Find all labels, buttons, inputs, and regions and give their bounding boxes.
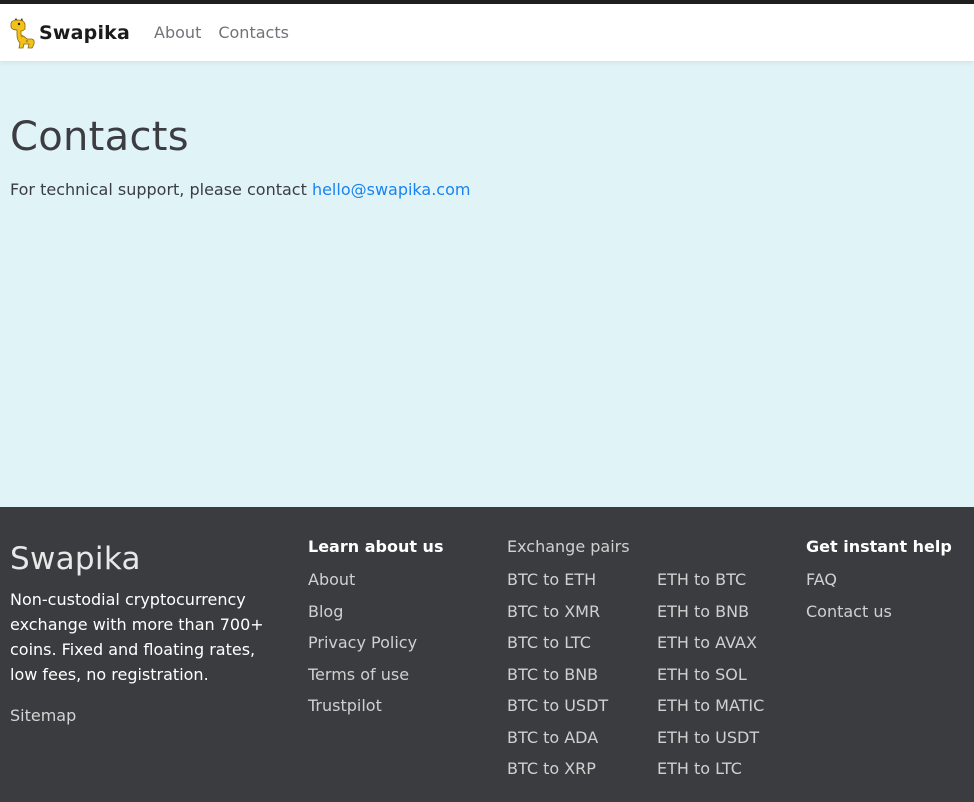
- footer-pairs-column: Exchange pairs BTC to ETH BTC to XMR BTC…: [507, 537, 807, 788]
- pair-link[interactable]: BTC to XRP: [507, 756, 657, 788]
- footer-link-terms[interactable]: Terms of use: [308, 662, 443, 694]
- pairs-btc-list: BTC to ETH BTC to XMR BTC to LTC BTC to …: [507, 567, 657, 788]
- support-text: For technical support, please contact he…: [10, 180, 470, 199]
- footer-help-column: Get instant help FAQ Contact us: [806, 537, 952, 630]
- footer-link-contact-us[interactable]: Contact us: [806, 599, 952, 631]
- footer-link-trustpilot[interactable]: Trustpilot: [308, 693, 443, 725]
- pair-link[interactable]: ETH to LTC: [657, 756, 807, 788]
- main-nav: About Contacts: [154, 23, 306, 42]
- pair-link[interactable]: BTC to BNB: [507, 662, 657, 694]
- nav-contacts[interactable]: Contacts: [218, 23, 289, 42]
- brand-link[interactable]: Swapika: [8, 17, 130, 49]
- pairs-grid: BTC to ETH BTC to XMR BTC to LTC BTC to …: [507, 567, 807, 788]
- footer-link-blog[interactable]: Blog: [308, 599, 443, 631]
- site-header: Swapika About Contacts: [0, 4, 974, 61]
- pair-link[interactable]: BTC to LTC: [507, 630, 657, 662]
- nav-about[interactable]: About: [154, 23, 201, 42]
- footer-pairs-title: Exchange pairs: [507, 537, 630, 556]
- footer-link-about[interactable]: About: [308, 567, 443, 599]
- page-title: Contacts: [10, 114, 189, 160]
- pair-link[interactable]: ETH to BTC: [657, 567, 807, 599]
- footer-link-faq[interactable]: FAQ: [806, 567, 952, 599]
- footer-sitemap-link[interactable]: Sitemap: [10, 706, 76, 725]
- pair-link[interactable]: ETH to BNB: [657, 599, 807, 631]
- footer-learn-column: Learn about us About Blog Privacy Policy…: [308, 537, 443, 725]
- pair-link[interactable]: ETH to USDT: [657, 725, 807, 757]
- main-content: Contacts For technical support, please c…: [10, 114, 470, 199]
- pairs-eth-list: ETH to BTC ETH to BNB ETH to AVAX ETH to…: [657, 567, 807, 788]
- support-label: For technical support, please contact: [10, 180, 312, 199]
- pair-link[interactable]: ETH to SOL: [657, 662, 807, 694]
- giraffe-logo-icon: [8, 17, 36, 49]
- brand-name: Swapika: [39, 21, 131, 44]
- pair-link[interactable]: BTC to XMR: [507, 599, 657, 631]
- pair-link[interactable]: ETH to MATIC: [657, 693, 807, 725]
- support-email-link[interactable]: hello@swapika.com: [312, 180, 471, 199]
- footer-learn-title: Learn about us: [308, 537, 444, 556]
- pair-link[interactable]: BTC to ADA: [507, 725, 657, 757]
- pair-link[interactable]: BTC to USDT: [507, 693, 657, 725]
- footer-brand: Swapika: [10, 541, 141, 577]
- pair-link[interactable]: BTC to ETH: [507, 567, 657, 599]
- footer-description: Non-custodial cryptocurrency exchange wi…: [10, 590, 264, 684]
- footer-link-privacy[interactable]: Privacy Policy: [308, 630, 443, 662]
- site-footer: Swapika Non-custodial cryptocurrency exc…: [0, 507, 974, 802]
- footer-help-title: Get instant help: [806, 537, 952, 556]
- pair-link[interactable]: ETH to AVAX: [657, 630, 807, 662]
